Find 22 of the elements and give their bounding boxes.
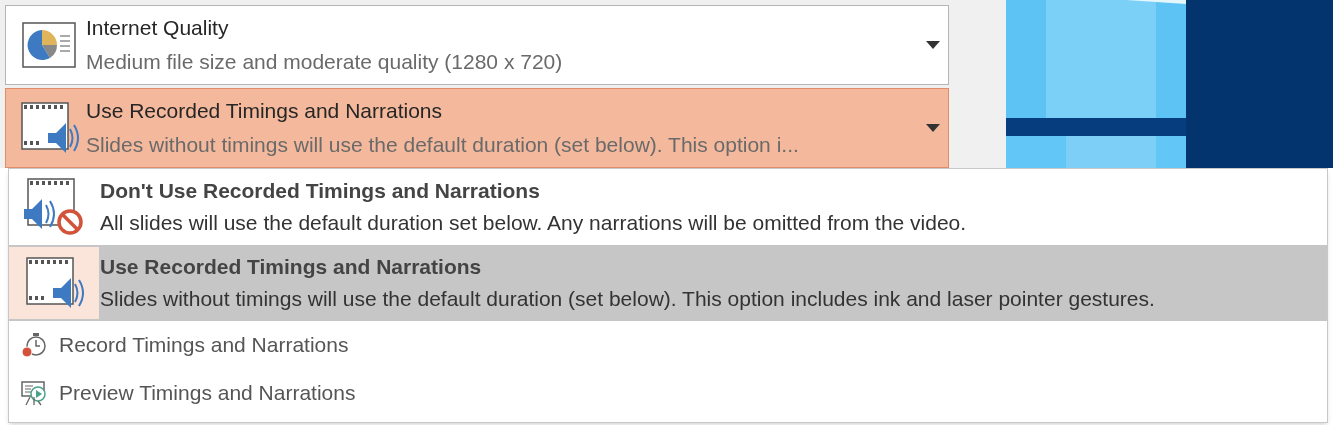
pie-chart-slide-icon xyxy=(22,22,76,68)
menu-item-title: Record Timings and Narrations xyxy=(59,333,349,357)
option-title: Internet Quality xyxy=(86,15,230,41)
caret-icon xyxy=(926,124,940,132)
speaker-prohibited-icon xyxy=(22,177,86,237)
projector-play-icon xyxy=(20,379,48,407)
menu-item[interactable]: Don't Use Recorded Timings and Narrations All slides will use the default duration set below. Any narrations will be omitted from the video. xyxy=(9,169,1327,245)
menu-item-description: Slides without timings will use the default duration (set below). This option includes ink and laser pointer gestures. xyxy=(100,287,1155,311)
menu-item[interactable]: Record Timings and Narrations xyxy=(9,321,1327,369)
menu-item-description: All slides will use the default duration set below. Any narrations will be omitted from the video. xyxy=(100,211,967,235)
dropdown[interactable]: Use Recorded Timings and Narrations Slides without timings will use the default duration (set below). This option i... xyxy=(5,88,949,168)
menu-item-title: Don't Use Recorded Timings and Narrations xyxy=(100,179,541,203)
menu-item-title: Preview Timings and Narrations xyxy=(59,381,356,405)
option-description: Slides without timings will use the default duration (set below). This option i... xyxy=(86,132,800,158)
dropdown[interactable]: Internet Quality Medium file size and moderate quality (1280 x 720) xyxy=(5,5,949,85)
stopwatch-icon xyxy=(20,331,48,359)
menu-item[interactable]: Preview Timings and Narrations xyxy=(9,369,1327,417)
caret-icon xyxy=(926,41,940,49)
menu-item[interactable]: Use Recorded Timings and Narrations Slides without timings will use the default duration (set below). This option includes ink and laser pointer gestures. xyxy=(9,245,1327,321)
option-description: Medium file size and moderate quality (1280 x 720) xyxy=(86,49,564,75)
menu-item-title: Use Recorded Timings and Narrations xyxy=(100,255,483,279)
option-title: Use Recorded Timings and Narrations xyxy=(86,98,443,124)
